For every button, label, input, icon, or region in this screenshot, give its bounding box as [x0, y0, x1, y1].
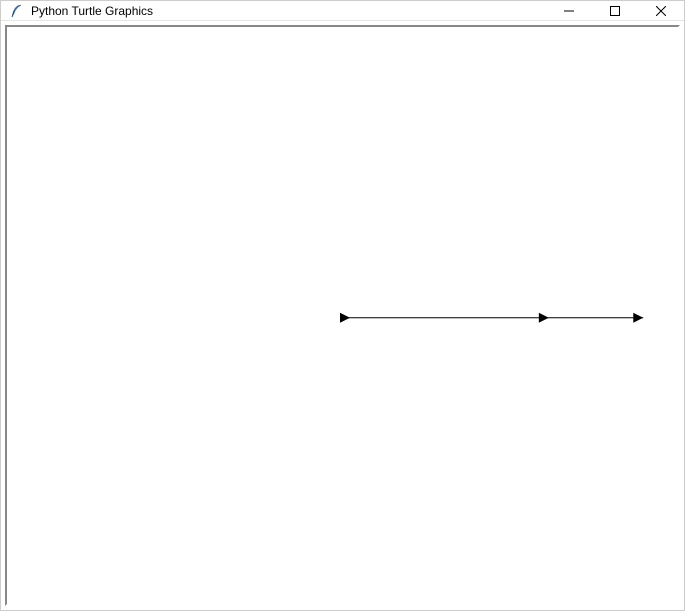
maximize-icon [610, 6, 620, 16]
minimize-icon [564, 6, 574, 16]
turtle-arrowhead-2 [633, 313, 643, 323]
window-title: Python Turtle Graphics [31, 4, 546, 18]
app-window: Python Turtle Graphics [0, 0, 685, 611]
turtle-canvas [7, 27, 678, 604]
close-button[interactable] [638, 1, 684, 20]
turtle-drawing [7, 27, 678, 604]
turtle-arrowhead-1 [539, 313, 549, 323]
turtle-arrowhead-0 [340, 313, 350, 323]
client-area [5, 25, 680, 606]
minimize-button[interactable] [546, 1, 592, 20]
titlebar: Python Turtle Graphics [1, 1, 684, 21]
tk-feather-icon [9, 3, 25, 19]
close-icon [656, 6, 666, 16]
window-controls [546, 1, 684, 20]
maximize-button[interactable] [592, 1, 638, 20]
